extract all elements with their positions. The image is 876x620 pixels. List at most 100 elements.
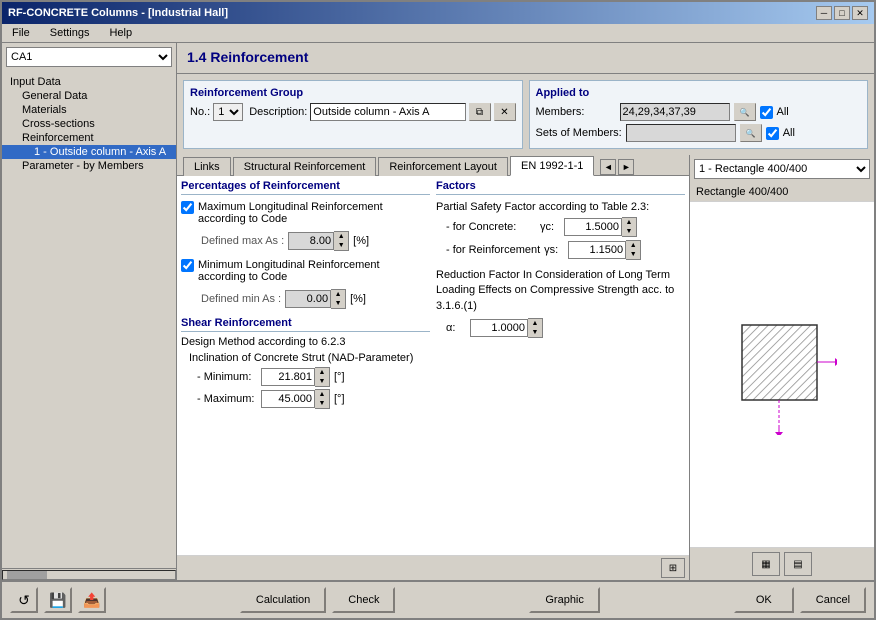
menu-settings[interactable]: Settings xyxy=(44,26,96,40)
shear-title: Shear Reinforcement xyxy=(181,317,430,332)
sidebar-item-parameter[interactable]: Parameter - by Members xyxy=(2,159,176,173)
shear-min-spinbox: ▲ ▼ xyxy=(261,367,330,387)
sidebar: CA1 Input Data General Data Materials Cr… xyxy=(2,43,177,580)
min-defined-spin-up[interactable]: ▲ xyxy=(331,290,345,299)
viz-view1-button[interactable]: ▦ xyxy=(752,552,780,576)
cross-section-label: Rectangle 400/400 xyxy=(690,183,874,202)
min-defined-input[interactable] xyxy=(285,290,331,308)
sidebar-item-cross-sections[interactable]: Cross-sections xyxy=(2,117,176,131)
case-selector[interactable]: CA1 xyxy=(6,47,172,67)
menu-help[interactable]: Help xyxy=(103,26,138,40)
max-defined-spin-down[interactable]: ▼ xyxy=(334,241,348,250)
rg-desc-input[interactable] xyxy=(310,103,465,121)
max-defined-spin-up[interactable]: ▲ xyxy=(334,232,348,241)
title-bar-controls: ─ □ ✕ xyxy=(816,6,868,20)
main-content: CA1 Input Data General Data Materials Cr… xyxy=(2,43,874,580)
shear-max-spinbox: ▲ ▼ xyxy=(261,389,330,409)
members-row: Members: 🔍 All xyxy=(536,103,862,121)
max-long-label: Maximum Longitudinal Reinforcement accor… xyxy=(198,201,430,225)
refresh-button[interactable]: ↺ xyxy=(10,587,38,613)
max-long-row: Maximum Longitudinal Reinforcement accor… xyxy=(181,201,430,225)
sidebar-scrollbar[interactable] xyxy=(2,568,176,580)
shear-max-input[interactable] xyxy=(261,390,315,408)
sidebar-item-outside-column[interactable]: 1 - Outside column - Axis A xyxy=(2,145,176,159)
reinf-spin-down[interactable]: ▼ xyxy=(626,250,640,259)
sidebar-item-general-data[interactable]: General Data xyxy=(2,89,176,103)
percentages-title: Percentages of Reinforcement xyxy=(181,180,430,195)
tab-content: Percentages of Reinforcement Maximum Lon… xyxy=(177,176,689,555)
right-viz-panel: 1 - Rectangle 400/400 Rectangle 400/400 xyxy=(689,155,874,580)
members-browse-button[interactable]: 🔍 xyxy=(734,103,756,121)
sets-all-check[interactable] xyxy=(766,127,779,140)
reinf-spin-btns: ▲ ▼ xyxy=(626,240,641,260)
sets-input[interactable] xyxy=(626,124,736,142)
concrete-label: - for Concrete: xyxy=(446,221,536,233)
members-all-label: All xyxy=(777,106,789,118)
rg-delete-button[interactable]: ✕ xyxy=(494,103,516,121)
header-area: Reinforcement Group No.: 1 Description: … xyxy=(177,74,874,155)
min-defined-spin-down[interactable]: ▼ xyxy=(331,299,345,308)
factors-title: Factors xyxy=(436,180,685,195)
partial-title: Partial Safety Factor according to Table… xyxy=(436,201,685,213)
tab-nav: ◄ ► xyxy=(600,159,634,175)
shear-max-spin-down[interactable]: ▼ xyxy=(315,399,329,408)
min-defined-spin-btns: ▲ ▼ xyxy=(331,289,346,309)
shear-min-spin-up[interactable]: ▲ xyxy=(315,368,329,377)
rg-copy-button[interactable]: ⧉ xyxy=(469,103,491,121)
sets-browse-button[interactable]: 🔍 xyxy=(740,124,762,142)
reduction-symbol: α: xyxy=(446,322,466,334)
concrete-spin-up[interactable]: ▲ xyxy=(622,218,636,227)
rg-no-select[interactable]: 1 xyxy=(213,103,243,121)
table-view-button[interactable]: ⊞ xyxy=(661,558,685,578)
members-all-check[interactable] xyxy=(760,106,773,119)
graphic-button[interactable]: Graphic xyxy=(529,587,600,613)
shear-incline-title: Inclination of Concrete Strut (NAD-Param… xyxy=(181,352,430,364)
minimize-button[interactable]: ─ xyxy=(816,6,832,20)
shear-min-spin-btns: ▲ ▼ xyxy=(315,367,330,387)
max-defined-spinbox: ▲ ▼ xyxy=(288,231,349,251)
shear-min-label: - Minimum: xyxy=(197,371,257,383)
maximize-button[interactable]: □ xyxy=(834,6,850,20)
tab-prev-button[interactable]: ◄ xyxy=(600,159,616,175)
min-long-check[interactable] xyxy=(181,259,194,272)
reinf-spin-up[interactable]: ▲ xyxy=(626,241,640,250)
reinf-input[interactable] xyxy=(568,241,626,259)
shear-min-input[interactable] xyxy=(261,368,315,386)
reduction-spin-down[interactable]: ▼ xyxy=(528,328,542,337)
concrete-spin-down[interactable]: ▼ xyxy=(622,227,636,236)
shear-min-spin-down[interactable]: ▼ xyxy=(315,377,329,386)
tab-structural[interactable]: Structural Reinforcement xyxy=(233,157,377,176)
main-window: RF-CONCRETE Columns - [Industrial Hall] … xyxy=(0,0,876,620)
max-defined-input[interactable] xyxy=(288,232,334,250)
sidebar-item-reinforcement[interactable]: Reinforcement xyxy=(2,131,176,145)
members-input[interactable] xyxy=(620,103,730,121)
reduction-spinbox: ▲ ▼ xyxy=(470,318,543,338)
tab-next-button[interactable]: ► xyxy=(618,159,634,175)
calculation-button[interactable]: Calculation xyxy=(240,587,326,613)
cross-section-selector[interactable]: 1 - Rectangle 400/400 xyxy=(694,159,870,179)
window-title: RF-CONCRETE Columns - [Industrial Hall] xyxy=(8,7,228,19)
tab-links[interactable]: Links xyxy=(183,157,231,176)
sets-all-label: All xyxy=(783,127,795,139)
concrete-input[interactable] xyxy=(564,218,622,236)
cancel-button[interactable]: Cancel xyxy=(800,587,866,613)
panel-body: Links Structural Reinforcement Reinforce… xyxy=(177,155,874,580)
sets-row: Sets of Members: 🔍 All xyxy=(536,124,862,142)
sidebar-item-input-data[interactable]: Input Data xyxy=(2,75,176,89)
menu-file[interactable]: File xyxy=(6,26,36,40)
shear-max-spin-up[interactable]: ▲ xyxy=(315,390,329,399)
reduction-spin-up[interactable]: ▲ xyxy=(528,319,542,328)
check-button[interactable]: Check xyxy=(332,587,395,613)
reduction-input[interactable] xyxy=(470,319,528,337)
sidebar-item-materials[interactable]: Materials xyxy=(2,103,176,117)
viz-view2-button[interactable]: ▤ xyxy=(784,552,812,576)
min-long-label: Minimum Longitudinal Reinforcement accor… xyxy=(198,259,430,283)
max-long-check[interactable] xyxy=(181,201,194,214)
export-button[interactable]: 📤 xyxy=(78,587,106,613)
percentages-column: Percentages of Reinforcement Maximum Lon… xyxy=(181,180,430,411)
tab-layout[interactable]: Reinforcement Layout xyxy=(378,157,508,176)
close-button[interactable]: ✕ xyxy=(852,6,868,20)
ok-button[interactable]: OK xyxy=(734,587,794,613)
tab-en1992[interactable]: EN 1992-1-1 xyxy=(510,156,594,176)
save-button[interactable]: 💾 xyxy=(44,587,72,613)
